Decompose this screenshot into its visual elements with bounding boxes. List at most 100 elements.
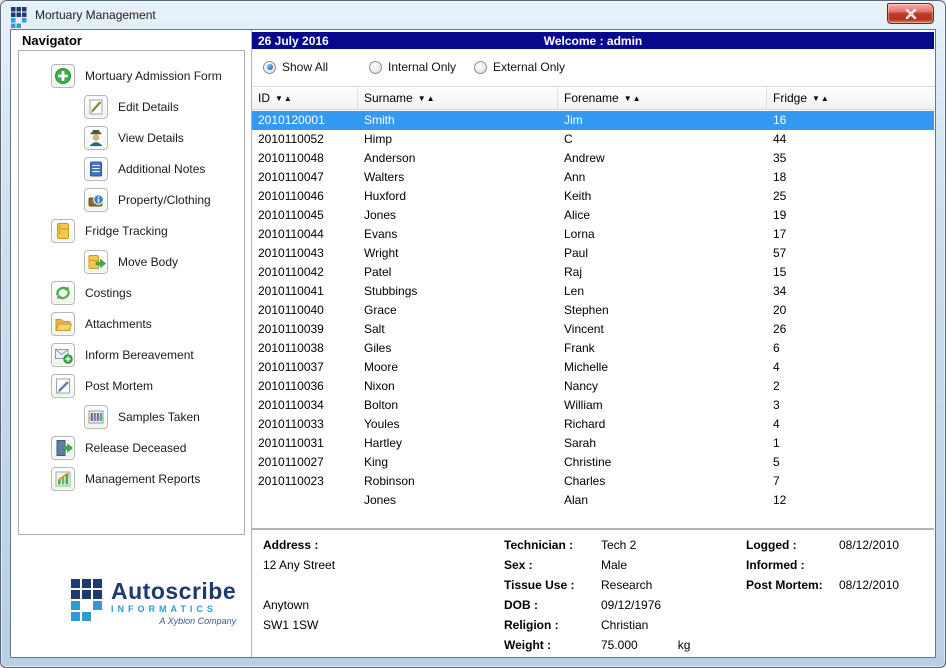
table-row[interactable]: 2010110023RobinsonCharles7 [252, 472, 934, 491]
move-body-icon [84, 250, 108, 274]
table-row[interactable]: 2010110043WrightPaul57 [252, 244, 934, 263]
radio-circle-icon[interactable] [369, 61, 382, 74]
cell-forename: Andrew [564, 149, 765, 168]
cell-fridge: 5 [773, 453, 934, 472]
table-row[interactable]: 2010110037MooreMichelle4 [252, 358, 934, 377]
table-row[interactable]: 2010110041StubbingsLen34 [252, 282, 934, 301]
nav-item-label: Additional Notes [118, 162, 205, 176]
table-row[interactable]: 2010110040GraceStephen20 [252, 301, 934, 320]
admission-icon [51, 64, 75, 88]
radio-show-all[interactable]: Show All [263, 60, 328, 74]
cell-surname: Moore [364, 358, 556, 377]
costings-icon [51, 281, 75, 305]
table-row[interactable]: 2010110031HartleySarah1 [252, 434, 934, 453]
cell-forename: Paul [564, 244, 765, 263]
nav-item-fridge-tracking[interactable]: Fridge Tracking [51, 219, 168, 243]
detail-label-dob-: DOB : [504, 595, 601, 615]
table-row[interactable]: 2010110034BoltonWilliam3 [252, 396, 934, 415]
cell-surname: Walters [364, 168, 556, 187]
column-header-surname[interactable]: Surname▼▲ [358, 87, 558, 109]
nav-item-property-clothing[interactable]: Property/Clothing [84, 188, 211, 212]
column-header-forename[interactable]: Forename ▼▲ [558, 87, 767, 109]
table-row[interactable]: 2010110027KingChristine5 [252, 453, 934, 472]
nav-item-view-details[interactable]: View Details [84, 126, 184, 150]
nav-item-release-deceased[interactable]: Release Deceased [51, 436, 186, 460]
detail-value: Christian [601, 615, 648, 635]
table-row[interactable]: 2010110042PatelRaj15 [252, 263, 934, 282]
nav-item-attachments[interactable]: Attachments [51, 312, 152, 336]
cell-id: 2010110038 [258, 339, 356, 358]
detail-value: Research [601, 575, 652, 595]
nav-item-samples-taken[interactable]: Samples Taken [84, 405, 200, 429]
cell-surname: Nixon [364, 377, 556, 396]
table-header: ID▼▲Surname▼▲Forename▼▲Fridge▼▲ [252, 87, 934, 110]
details-right-column: Logged :08/12/2010Informed :Post Mortem:… [746, 535, 899, 595]
nav-item-costings[interactable]: Costings [51, 281, 132, 305]
table-row[interactable]: 2010110045JonesAlice19 [252, 206, 934, 225]
sort-arrows-icon[interactable]: ▼▲ [418, 94, 436, 103]
details-middle-column: Technician :Tech 2Sex :MaleTissue Use :R… [504, 535, 690, 655]
cell-forename: Len [564, 282, 765, 301]
radio-circle-icon[interactable] [263, 61, 276, 74]
table-row[interactable]: 2010110036NixonNancy2 [252, 377, 934, 396]
table-row[interactable]: 2010110044EvansLorna17 [252, 225, 934, 244]
cell-forename: Ann [564, 168, 765, 187]
cell-id: 2010110034 [258, 396, 356, 415]
close-button[interactable] [887, 3, 934, 24]
nav-item-label: Post Mortem [85, 379, 153, 393]
table-row[interactable]: 2010110039SaltVincent26 [252, 320, 934, 339]
table-row[interactable]: 2010110038GilesFrank6 [252, 339, 934, 358]
table-row[interactable]: 2010110048AndersonAndrew35 [252, 149, 934, 168]
table-row[interactable]: JonesAlan12 [252, 491, 934, 510]
radio-circle-icon[interactable] [474, 61, 487, 74]
cell-fridge: 44 [773, 130, 934, 149]
welcome-text: Welcome : admin [252, 34, 934, 48]
cell-forename: Sarah [564, 434, 765, 453]
nav-item-label: Mortuary Admission Form [85, 69, 222, 83]
table-row[interactable]: 2010110047WaltersAnn18 [252, 168, 934, 187]
radio-internal-only[interactable]: Internal Only [369, 60, 456, 74]
sort-arrows-icon[interactable]: ▼▲ [624, 94, 642, 103]
table-row[interactable]: 2010110033YoulesRichard4 [252, 415, 934, 434]
cell-id: 2010120001 [258, 111, 356, 130]
radio-label: Internal Only [388, 60, 456, 74]
cell-forename: Jim [564, 111, 765, 130]
table-row[interactable]: 2010110046HuxfordKeith25 [252, 187, 934, 206]
nav-item-edit-details[interactable]: Edit Details [84, 95, 179, 119]
release-deceased-icon [51, 436, 75, 460]
nav-item-post-mortem[interactable]: Post Mortem [51, 374, 153, 398]
cell-surname: Hartley [364, 434, 556, 453]
column-header-label: Forename [564, 91, 619, 105]
sort-arrows-icon[interactable]: ▼▲ [812, 94, 830, 103]
cell-forename: Vincent [564, 320, 765, 339]
cell-fridge: 1 [773, 434, 934, 453]
title-bar[interactable]: Mortuary Management [1, 1, 945, 29]
logo-subtitle: INFORMATICS [111, 603, 217, 615]
cell-id: 2010110045 [258, 206, 356, 225]
cell-id: 2010110040 [258, 301, 356, 320]
cell-id: 2010110036 [258, 377, 356, 396]
nav-item-inform-bereavement[interactable]: Inform Bereavement [51, 343, 194, 367]
nav-item-label: View Details [118, 131, 184, 145]
table-row[interactable]: 2010110052HimpC44 [252, 130, 934, 149]
nav-item-additional-notes[interactable]: Additional Notes [84, 157, 205, 181]
address-line: Anytown [263, 595, 309, 615]
nav-item-management-reports[interactable]: Management Reports [51, 467, 200, 491]
cell-fridge: 15 [773, 263, 934, 282]
nav-item-mortuary-admission-form[interactable]: Mortuary Admission Form [51, 64, 222, 88]
sort-arrows-icon[interactable]: ▼▲ [275, 94, 293, 103]
radio-external-only[interactable]: External Only [474, 60, 565, 74]
cell-fridge: 16 [773, 111, 934, 130]
post-mortem-icon [51, 374, 75, 398]
column-header-id[interactable]: ID▼▲ [252, 87, 358, 109]
cell-id: 2010110023 [258, 472, 356, 491]
nav-item-label: Release Deceased [85, 441, 186, 455]
cell-forename: William [564, 396, 765, 415]
cell-id [258, 491, 356, 510]
cell-fridge: 4 [773, 358, 934, 377]
table-row[interactable]: 2010120001SmithJim16 [252, 111, 934, 130]
column-header-fridge[interactable]: Fridge▼▲ [767, 87, 936, 109]
cell-forename: Alan [564, 491, 765, 510]
navigator-list: Mortuary Admission Form Edit Details View … [18, 50, 245, 535]
nav-item-move-body[interactable]: Move Body [84, 250, 178, 274]
